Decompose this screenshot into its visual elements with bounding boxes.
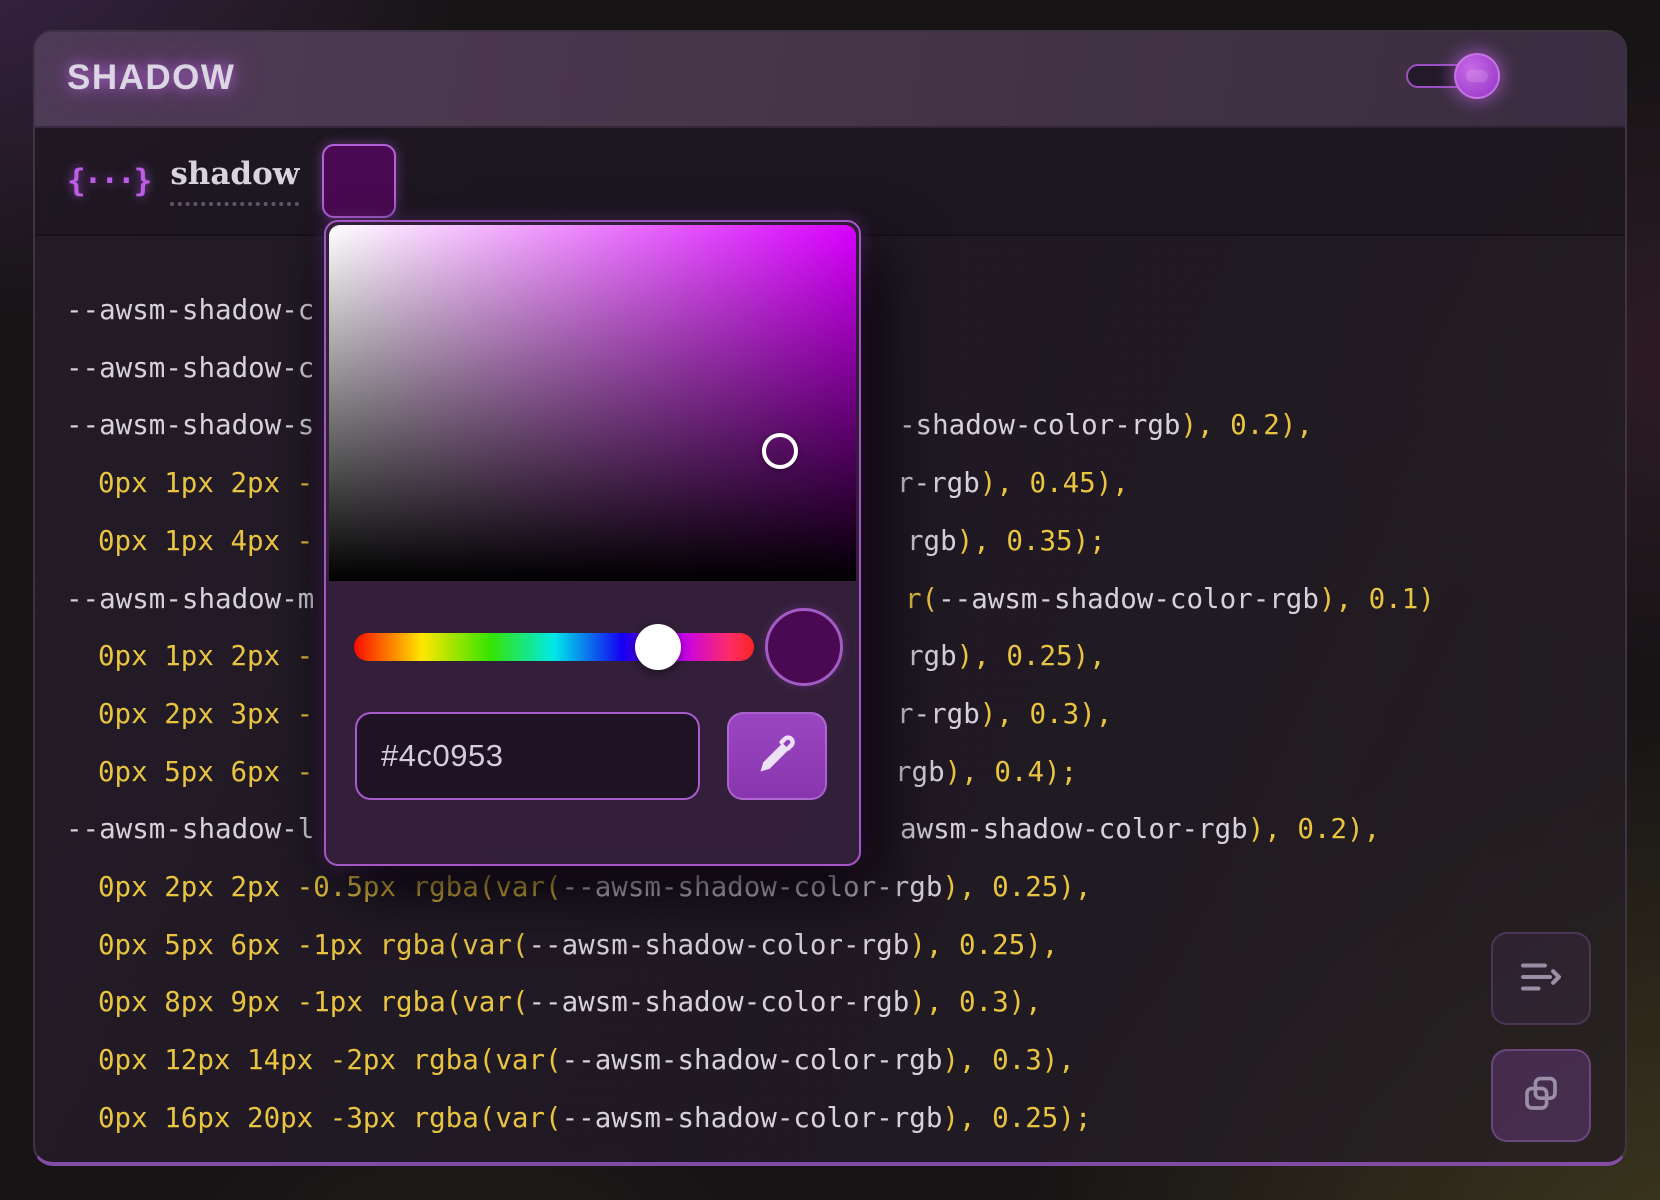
saturation-area[interactable] [329,225,856,581]
code-segment: awsm-shadow-color-rgb), 0.2), [900,813,1381,845]
code-segment: 0px 8px 9px -1px rgba(var(--awsm-shadow-… [98,986,1042,1018]
code-segment: rgb), 0.35); [907,525,1106,557]
code-segment: 0px 2px 2px -0.5px rgba(var(--awsm-shado… [98,871,1092,903]
eyedropper-button[interactable] [727,712,827,800]
code-line: 0px 16px 20px -3px rgba(var(--awsm-shado… [35,1098,1625,1138]
code-segment: 0px 16px 20px -3px rgba(var(--awsm-shado… [98,1102,1092,1134]
code-line: 0px 12px 14px -2px rgba(var(--awsm-shado… [35,1040,1625,1080]
code-line: 0px 5px 6px -1px rgba(var(--awsm-shadow-… [35,925,1625,965]
code-segment: rgb), 0.4); [895,756,1078,788]
code-segment: --awsm-shadow-c [66,352,315,384]
hex-color-input[interactable] [355,712,700,800]
code-segment: 0px 12px 14px -2px rgba(var(--awsm-shado… [98,1044,1075,1076]
copy-icon [1520,1073,1562,1118]
code-segment: r(--awsm-shadow-color-rgb), 0.1) [905,583,1435,615]
copy-button[interactable] [1491,1049,1591,1142]
hue-slider[interactable] [354,633,754,661]
saturation-cursor[interactable] [762,433,798,469]
app-background: SHADOW {···} shadow --awsm-shadow-c --aws… [0,0,1660,1200]
code-line: 0px 2px 2px -0.5px rgba(var(--awsm-shado… [35,867,1625,907]
code-segment: 0px 5px 6px - [98,756,314,788]
code-line: 0px 8px 9px -1px rgba(var(--awsm-shadow-… [35,982,1625,1022]
code-segment: --awsm-shadow-s [66,409,315,441]
code-segment: --awsm-shadow-l [66,813,315,845]
hue-slider-thumb[interactable] [635,624,681,670]
lines-arrow-right-icon [1518,958,1564,999]
code-segment: --awsm-shadow-m [66,583,315,615]
code-segment: 0px 1px 2px - [98,640,314,672]
color-picker-popup [324,220,861,866]
color-swatch-button[interactable] [322,144,396,218]
code-segment: -shadow-color-rgb), 0.2), [899,409,1313,441]
code-segment: r-rgb), 0.3), [897,698,1113,730]
shadow-panel: SHADOW {···} shadow --awsm-shadow-c --aws… [33,30,1627,1166]
color-preview-circle [765,608,843,686]
code-segment: 0px 5px 6px -1px rgba(var(--awsm-shadow-… [98,929,1059,961]
code-segment: --awsm-shadow-c [66,294,315,326]
export-button[interactable] [1491,932,1591,1025]
code-segment: 0px 2px 3px - [98,698,314,730]
eyedropper-icon [755,733,799,780]
code-segment: 0px 1px 4px - [98,525,314,557]
code-segment: 0px 1px 2px - [98,467,314,499]
code-segment: rgb), 0.25), [907,640,1106,672]
code-segment: r-rgb), 0.45), [897,467,1129,499]
